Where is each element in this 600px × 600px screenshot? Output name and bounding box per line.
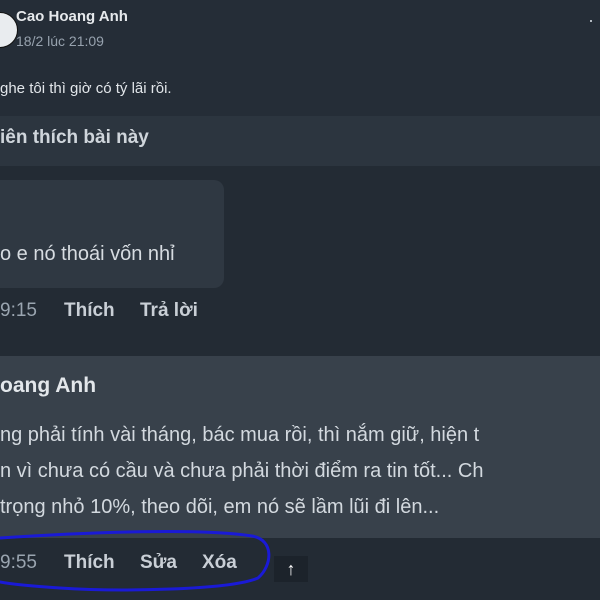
comment-text-line: n vì chưa có cầu và chưa phải thời điểm …: [0, 460, 484, 482]
likes-summary[interactable]: iên thích bài này: [0, 127, 149, 149]
more-dots-icon[interactable]: ·: [588, 10, 594, 31]
post-timestamp[interactable]: 18/2 lúc 21:09: [16, 33, 104, 49]
comment-text-line: ng phải tính vài tháng, bác mua rồi, thì…: [0, 424, 480, 446]
like-button[interactable]: Thích: [64, 300, 115, 322]
comment-text: o e nó thoái vốn nhỉ: [0, 243, 175, 265]
comment-text-line: trọng nhỏ 10%, theo dõi, em nó sẽ lầm lũ…: [0, 496, 440, 518]
arrow-up-icon: ↑: [286, 559, 296, 579]
annotation-ellipse: [0, 530, 271, 592]
comment-timestamp[interactable]: 9:15: [0, 300, 37, 322]
comment-bubble: [0, 180, 224, 288]
comment-author-name[interactable]: oang Anh: [0, 374, 96, 398]
post-text: ghe tôi thì giờ có tý lãi rồi.: [0, 80, 172, 97]
post-author-name[interactable]: Cao Hoang Anh: [16, 8, 128, 25]
reply-button[interactable]: Trả lời: [140, 300, 198, 322]
